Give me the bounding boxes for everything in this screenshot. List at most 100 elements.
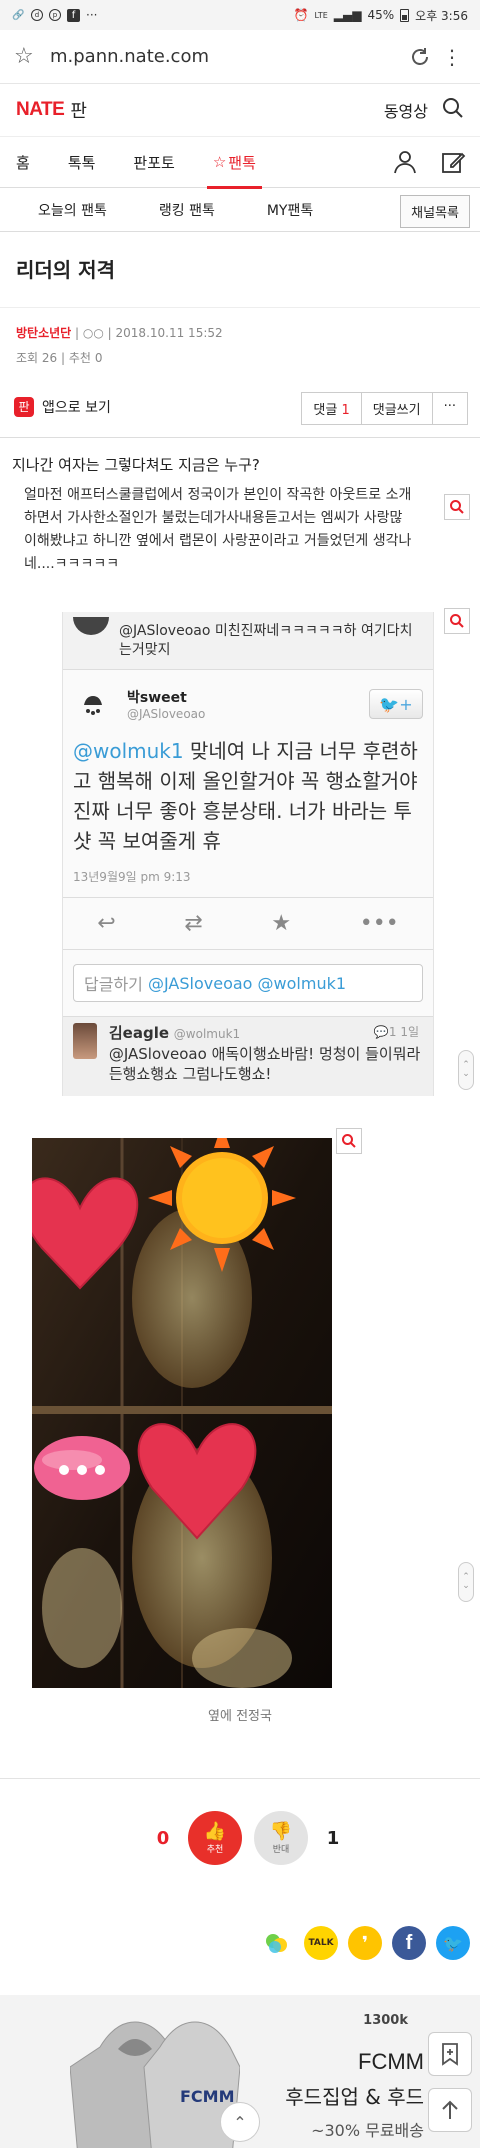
recommend-count: 0 [94,351,103,365]
meta-row-stats: 조회 26 | 추천 0 [16,349,464,366]
twitter-share-icon[interactable]: 🐦 [436,1926,470,1960]
views-label: 조회 [16,351,39,365]
share-buttons: TALK ❜ f 🐦 [260,1926,470,1960]
vote-buttons: 0 👍 추천 👎 반대 1 [150,1811,346,1865]
collapse-ad-icon[interactable]: ⌃ [220,2102,260,2142]
downvote-count: 1 [326,1827,340,1849]
views-count: 26 [41,351,58,365]
reply-placeholder: 답글하기 [84,975,143,994]
favorite-icon: ★ [271,911,292,936]
tweet-author-handle: @JASloveoao [127,707,206,721]
subnav-my-fantok[interactable]: MY팬톡 [267,200,313,220]
tweet-text: @wolmuk1 맞네여 나 지금 너무 후련하고 햄복해 이제 올인할거야 꼭… [63,730,433,856]
pann-app-icon: 판 [14,396,34,417]
status-right: ⏰ LTE ▂▄▆ 45% 오후 3:56 [294,7,468,24]
browser-url-bar: ☆ m.pann.nate.com ⋮ [0,30,480,84]
ad-title: FCMM [358,2049,424,2074]
nav-fantok-label: 팬톡 [228,153,256,172]
upvote-button[interactable]: 👍 추천 [188,1811,242,1865]
photo-caption: 옆에 전정국 [208,1709,272,1724]
url-text[interactable]: m.pann.nate.com [44,46,402,67]
ad-brand: 1300k [363,2013,408,2028]
author-suffix: ○○ [82,326,104,340]
status-bar: 🔗 d p f ··· ⏰ LTE ▂▄▆ 45% 오후 3:56 [0,0,480,30]
article-actions: 판 앱으로 보기 댓글 1 댓글쓰기 ··· [0,376,480,438]
status-left: 🔗 d p f ··· [12,8,97,22]
video-link[interactable]: 동영상 [384,98,428,122]
write-icon[interactable] [440,149,466,179]
search-icon[interactable] [442,97,464,123]
nate-logo[interactable]: NATE [16,99,65,121]
scroll-handle-icon-2[interactable]: ⌃ ⌄ [458,1562,474,1602]
star-icon: ☆ [212,153,227,171]
tweet-author-name: 박sweet [127,690,187,706]
scroll-handle-icon[interactable]: ⌃ ⌄ [458,1050,474,1090]
zoom-icon-photo-button[interactable] [336,1128,362,1154]
comment-count: 1 [341,403,350,418]
kakaotalk-share-icon[interactable]: TALK [304,1926,338,1960]
app-view-label: 앱으로 보기 [42,399,111,416]
tweet-top-reply: @JASloveoao 미친진짜네ㅋㅋㅋㅋㅋ하 여기다치는거맞지 [63,612,433,670]
clock: 오후 3:56 [415,8,468,23]
nav-fantok[interactable]: ☆ 팬톡 [206,136,262,189]
bookmark-star-icon[interactable]: ☆ [14,44,44,69]
comment-reply-count: 1 [388,1025,397,1039]
downvote-button[interactable]: 👎 반대 [254,1811,308,1865]
comment-age: 1일 [400,1025,419,1039]
comment-avatar [73,1023,97,1059]
author-link[interactable]: 방탄소년단 [16,326,71,340]
upvote-label: 추천 [206,1845,224,1855]
signal-icon: ▂▄▆ [333,8,362,22]
subnav-today-fantok[interactable]: 오늘의 팬톡 [38,200,107,220]
network-label: LTE [314,10,328,20]
twitter-follow-icon: 🐦+ [369,689,423,719]
app-notification-icon-2: p [49,9,61,21]
nav-home[interactable]: 홈 [16,136,30,188]
recommend-label: 추천 [68,351,91,365]
article-date: 2018.10.11 15:52 [115,326,223,340]
more-icon[interactable]: ··· [432,393,467,424]
ad-banner[interactable]: FCMM 1300k FCMM 후드집업 & 후드 ~30% 무료배송 ⌃ [0,1995,480,2148]
meta-divider-3: | [61,351,69,365]
zoom-icon-tweet[interactable] [444,608,470,634]
reload-icon[interactable] [402,39,438,75]
kakaostory-share-icon[interactable]: ❜ [348,1926,382,1960]
comment-text: @JASloveoao 애독이행쇼바람! 멍청이 들이뭐라든행쇼행쇼 그럼나도행… [108,1045,421,1083]
channel-list-button[interactable]: 채널목록 [400,195,470,228]
body-line: 하면서 가사한소절인가 불렀는데가사내용듣고서는 엠씨가 사랑많 [24,510,403,526]
article-title: 리더의 저격 [0,232,480,308]
write-comment-button[interactable]: 댓글쓰기 [361,393,433,424]
subnav-ranking-fantok[interactable]: 랭킹 팬톡 [159,200,215,220]
pann-logo[interactable]: 판 [70,97,87,123]
band-share-icon[interactable] [260,1926,294,1960]
more-notifications-icon: ··· [86,8,98,22]
comment-count-button[interactable]: 댓글 1 [302,393,362,424]
user-icon[interactable] [392,149,418,179]
browser-menu-icon[interactable]: ⋮ [438,47,466,67]
top-reply-text: @JASloveoao 미친진짜네ㅋㅋㅋㅋㅋ하 여기다치는거맞지 [119,622,413,658]
zoom-icon[interactable] [444,494,470,520]
nav-panphoto[interactable]: 판포토 [133,136,174,188]
scroll-top-icon[interactable] [428,2088,472,2132]
main-nav: 홈 톡톡 판포토 ☆ 팬톡 [0,136,480,189]
bookmark-fab-icon[interactable] [428,2032,472,2076]
ad-title2: 후드집업 & 후드 [285,2085,424,2109]
vote-section: 0 👍 추천 👎 반대 1 [0,1778,480,1908]
app-view-button[interactable]: 판 앱으로 보기 [14,396,111,417]
link-icon: 🔗 [12,9,25,21]
facebook-share-icon[interactable]: f [392,1926,426,1960]
tweet-date: 13년9월9일 pm 9:13 [63,856,433,898]
downvote-label: 반대 [272,1845,290,1855]
nav-toktok[interactable]: 톡톡 [68,136,96,188]
sub-nav: 오늘의 팬톡 랭킹 팬톡 MY팬톡 채널목록 [0,188,480,232]
article-paragraph: 얼마전 애프터스쿨클럽에서 정국이가 본인이 작곡한 아웃트로 소개 하면서 가… [12,484,468,576]
body-line: 얼마전 애프터스쿨클럽에서 정국이가 본인이 작곡한 아웃트로 소개 [24,487,412,503]
article-question: 지나간 여자는 그렇다쳐도 지금은 누구? [12,456,260,474]
article-photo [32,1138,332,1688]
ad-subtitle: ~30% 무료배송 [311,2121,424,2140]
body-line: 이해봤냐고 하니깐 옆에서 랩몬이 사랑꾼이라고 거들었던게 생각나 [24,533,412,549]
comment-label: 댓글 [313,403,338,418]
body-line: 네....ㅋㅋㅋㅋㅋ [24,556,120,572]
tweet-reply-box: 답글하기 @JASloveoao @wolmuk1 [73,964,423,1002]
upvote-count: 0 [156,1827,170,1849]
